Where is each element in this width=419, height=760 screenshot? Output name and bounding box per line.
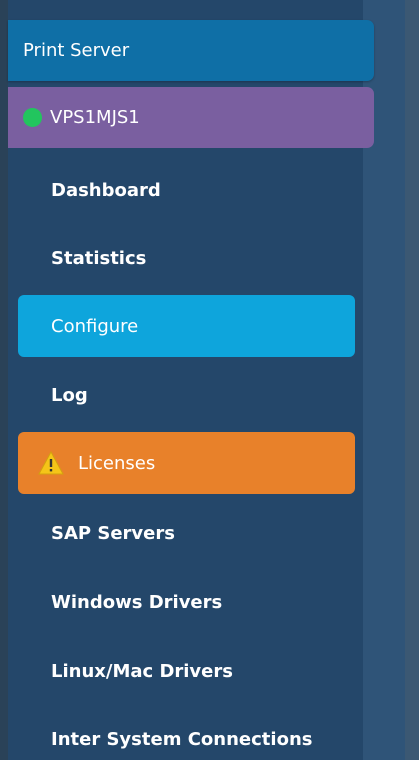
sidebar-item-label: Statistics (51, 247, 147, 269)
sidebar-item-label: Configure (51, 315, 139, 337)
warning-icon (38, 451, 64, 475)
sidebar-item-licenses[interactable]: Licenses (18, 432, 355, 494)
sidebar-item-label: Dashboard (51, 179, 161, 201)
sidebar-server-item[interactable]: VPS1MJS1 (8, 87, 374, 148)
online-status-icon (23, 108, 42, 127)
left-gutter (0, 0, 8, 760)
sidebar-item-log[interactable]: Log (18, 364, 355, 426)
sidebar-item-label: Licenses (78, 452, 156, 474)
sidebar-item-statistics[interactable]: Statistics (18, 227, 355, 289)
right-edge (405, 0, 419, 760)
sidebar-item-label: Windows Drivers (51, 591, 223, 613)
sidebar-item-windows-drivers[interactable]: Windows Drivers (18, 571, 355, 633)
sidebar-item-label: Log (51, 384, 88, 406)
sidebar-item-label: Linux/Mac Drivers (51, 660, 233, 682)
sidebar-header-print-server[interactable]: Print Server (8, 20, 374, 81)
server-name: VPS1MJS1 (50, 107, 140, 128)
sidebar-item-sap-servers[interactable]: SAP Servers (18, 502, 355, 564)
sidebar-header-label: Print Server (23, 40, 130, 61)
sidebar-item-inter-system-connections[interactable]: Inter System Connections (18, 708, 355, 760)
sidebar-item-linux-mac-drivers[interactable]: Linux/Mac Drivers (18, 640, 355, 702)
sidebar-item-label: Inter System Connections (51, 728, 313, 750)
sidebar-item-dashboard[interactable]: Dashboard (18, 159, 355, 221)
sidebar-item-configure[interactable]: Configure (18, 295, 355, 357)
sidebar-item-label: SAP Servers (51, 522, 175, 544)
